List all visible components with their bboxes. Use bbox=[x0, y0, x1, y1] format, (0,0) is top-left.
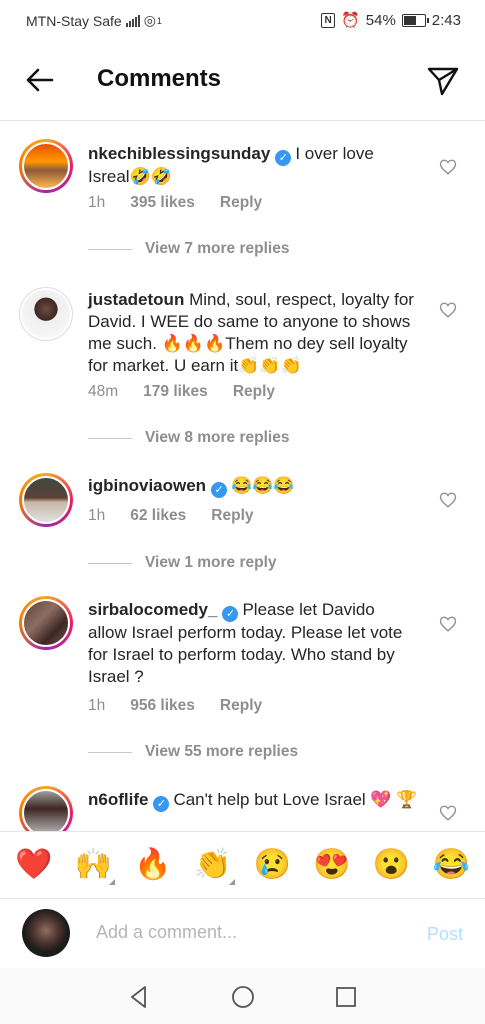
signal-icon bbox=[125, 14, 140, 27]
back-arrow-icon[interactable] bbox=[22, 62, 58, 98]
verified-badge-icon: ✓ bbox=[211, 482, 228, 498]
avatar[interactable] bbox=[19, 287, 73, 341]
heart-outline-icon[interactable] bbox=[439, 158, 457, 176]
comment-username[interactable]: n6oflife bbox=[88, 790, 148, 809]
reply-button[interactable]: Reply bbox=[220, 194, 262, 212]
battery-icon bbox=[401, 13, 429, 27]
verified-badge-icon: ✓ bbox=[222, 606, 239, 622]
emoji-fire[interactable]: 🔥 bbox=[133, 847, 173, 883]
divider bbox=[88, 248, 132, 250]
heart-outline-icon[interactable] bbox=[439, 491, 457, 509]
comment-meta: 1h 62 likes Reply bbox=[88, 507, 254, 525]
divider bbox=[88, 751, 132, 753]
comment-likes[interactable]: 62 likes bbox=[130, 507, 186, 525]
comment-likes[interactable]: 395 likes bbox=[130, 194, 195, 212]
emoji-laughing[interactable]: 😂 bbox=[431, 847, 471, 883]
comment-body: justadetoun Mind, soul, respect, loyalty… bbox=[88, 289, 418, 377]
skin-tone-indicator-icon bbox=[228, 878, 235, 885]
comment-list: nkechiblessingsunday ✓ I over love Isreal🤣… bbox=[0, 121, 485, 831]
wifi-icon: ◎ bbox=[143, 12, 156, 28]
emoji-glyph: 👏 bbox=[194, 847, 232, 881]
comment-body: igbinoviaowen ✓ 😂😂😂 bbox=[88, 475, 418, 498]
comment-meta: 1h 956 likes Reply bbox=[88, 697, 262, 715]
comment-username[interactable]: justadetoun bbox=[88, 290, 184, 309]
system-nav-bar bbox=[0, 968, 485, 1024]
emoji-surprised[interactable]: 😮 bbox=[372, 847, 412, 883]
comments-header: Comments bbox=[0, 40, 485, 121]
heart-outline-icon[interactable] bbox=[439, 804, 457, 822]
view-more-replies[interactable]: View 1 more reply bbox=[88, 554, 277, 572]
comment-body: nkechiblessingsunday ✓ I over love Isreal🤣… bbox=[88, 143, 418, 188]
nav-home-icon[interactable] bbox=[228, 982, 258, 1012]
reply-button[interactable]: Reply bbox=[220, 697, 262, 715]
skin-tone-indicator-icon bbox=[109, 878, 116, 885]
reply-button[interactable]: Reply bbox=[233, 383, 275, 401]
status-right: N ⏰ 54% 2:43 bbox=[321, 11, 461, 29]
divider bbox=[88, 437, 132, 439]
comment-body: sirbalocomedy_ ✓ Please let Davido allow I… bbox=[88, 599, 418, 688]
alarm-icon: ⏰ bbox=[341, 12, 360, 29]
view-more-replies-label: View 7 more replies bbox=[145, 240, 290, 257]
comment-username[interactable]: igbinoviaowen bbox=[88, 476, 206, 495]
comment-username[interactable]: sirbalocomedy_ bbox=[88, 600, 217, 619]
comment-time: 1h bbox=[88, 507, 106, 524]
comment-time: 1h bbox=[88, 194, 106, 211]
emoji-heart-eyes[interactable]: 😍 bbox=[312, 847, 352, 883]
view-more-replies-label: View 1 more reply bbox=[145, 554, 277, 571]
reply-button[interactable]: Reply bbox=[211, 507, 253, 525]
battery-percent: 54% bbox=[365, 11, 396, 29]
verified-badge-icon: ✓ bbox=[275, 150, 292, 166]
comment-likes[interactable]: 956 likes bbox=[130, 697, 195, 715]
signal-sup: 1 bbox=[156, 15, 162, 26]
verified-badge-icon: ✓ bbox=[153, 796, 170, 812]
nav-back-icon[interactable] bbox=[124, 982, 154, 1012]
emoji-quick-bar: ❤️ 🙌 🔥 👏 😢 😍 😮 😂 bbox=[0, 831, 485, 897]
my-avatar bbox=[22, 909, 70, 957]
direct-send-icon[interactable] bbox=[425, 62, 461, 98]
page-title: Comments bbox=[97, 65, 222, 92]
comment-text: Can't help but Love Israel 💖 🏆 bbox=[173, 790, 418, 809]
view-more-replies[interactable]: View 8 more replies bbox=[88, 429, 289, 447]
comment-meta: 1h 395 likes Reply bbox=[88, 194, 262, 212]
status-bar: MTN-Stay Safe ◎ 1 N ⏰ 54% 2:43 bbox=[0, 0, 485, 40]
status-left: MTN-Stay Safe ◎ 1 bbox=[26, 12, 162, 29]
comment-composer: Post bbox=[0, 898, 485, 969]
emoji-clap[interactable]: 👏 bbox=[193, 847, 235, 885]
comment-time: 48m bbox=[88, 383, 119, 400]
comment-likes[interactable]: 179 likes bbox=[143, 383, 208, 401]
view-more-replies-label: View 8 more replies bbox=[145, 429, 290, 446]
heart-outline-icon[interactable] bbox=[439, 301, 457, 319]
post-button[interactable]: Post bbox=[427, 924, 463, 945]
emoji-sad[interactable]: 😢 bbox=[252, 847, 292, 883]
comment-text: 😂😂😂 bbox=[231, 476, 295, 495]
comment-meta: 48m 179 likes Reply bbox=[88, 383, 275, 401]
emoji-heart[interactable]: ❤️ bbox=[14, 847, 54, 883]
view-more-replies[interactable]: View 7 more replies bbox=[88, 240, 289, 258]
avatar[interactable] bbox=[19, 139, 73, 193]
comment-time: 1h bbox=[88, 697, 106, 714]
clock: 2:43 bbox=[431, 11, 461, 29]
emoji-raised-hands[interactable]: 🙌 bbox=[73, 847, 116, 885]
comment-username[interactable]: nkechiblessingsunday bbox=[88, 144, 270, 163]
view-more-replies-label: View 55 more replies bbox=[145, 743, 299, 760]
comment-body: n6oflife ✓ Can't help but Love Israel 💖 🏆 bbox=[88, 789, 418, 812]
view-more-replies[interactable]: View 55 more replies bbox=[88, 743, 298, 761]
avatar[interactable] bbox=[19, 596, 73, 650]
nav-recents-icon[interactable] bbox=[331, 982, 361, 1012]
avatar[interactable] bbox=[19, 786, 73, 831]
carrier-label: MTN-Stay Safe bbox=[26, 12, 122, 29]
heart-outline-icon[interactable] bbox=[439, 615, 457, 633]
avatar[interactable] bbox=[19, 473, 73, 527]
comment-input[interactable] bbox=[96, 922, 396, 943]
nfc-icon: N bbox=[321, 12, 336, 28]
emoji-glyph: 🙌 bbox=[74, 847, 113, 881]
divider bbox=[88, 562, 132, 564]
